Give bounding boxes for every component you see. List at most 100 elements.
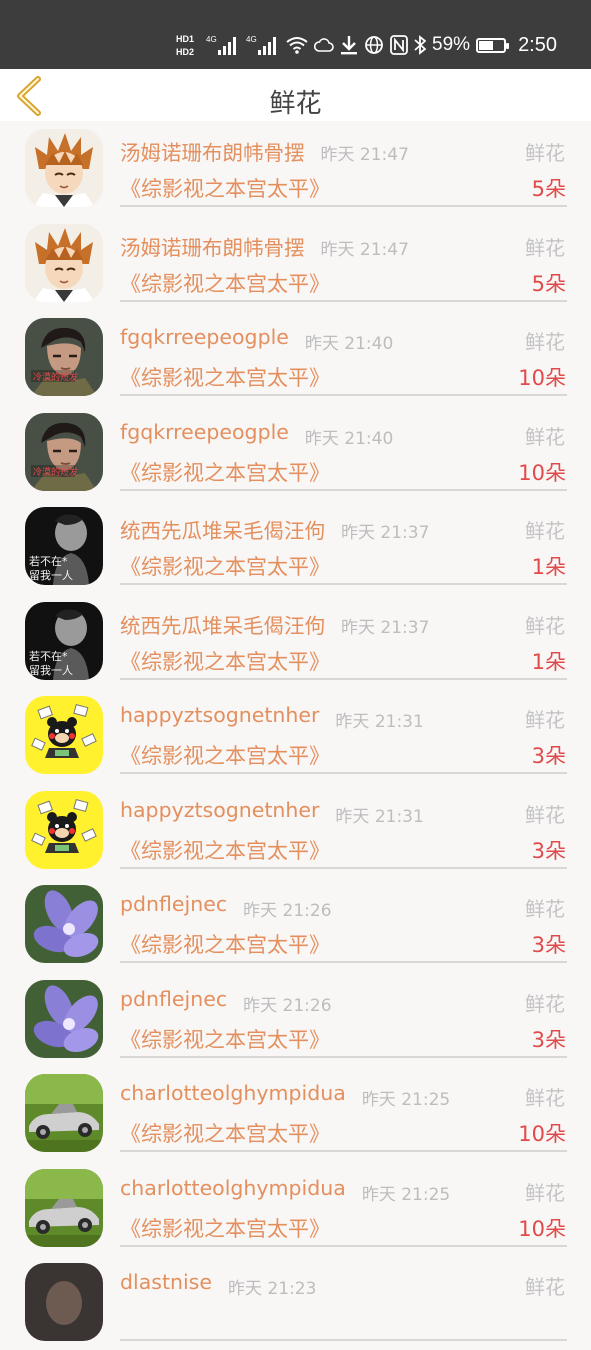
username[interactable]: charlotteolghympidua <box>120 1176 346 1200</box>
user-avatar-man-portrait[interactable]: 冷漠的短发 <box>25 318 103 396</box>
title-bar: 鲜花 <box>0 69 591 121</box>
gift-record-row[interactable]: 冷漠的短发 fgqkrreepeogple 昨天 21:40 鲜花 《综影视之本… <box>0 405 591 500</box>
user-avatar-bw-text[interactable]: 若不在* 留我一人 <box>25 507 103 585</box>
gift-type: 鲜花 <box>525 519 565 543</box>
gift-type: 鲜花 <box>525 1180 565 1205</box>
gift-record-row[interactable]: charlotteolghympidua 昨天 21:25 鲜花 《综影视之本宫… <box>0 1066 591 1161</box>
gift-record-row[interactable]: happyztsognetnher 昨天 21:31 鲜花 《综影视之本宫太平》… <box>0 688 591 783</box>
username[interactable]: 汤姆诺珊布朗帏骨摆 <box>120 136 305 166</box>
cloud-icon <box>314 33 334 57</box>
hd1-label: HD1 <box>176 34 194 44</box>
user-avatar-purple-flower[interactable] <box>25 979 103 1058</box>
username[interactable]: happyztsognetnher <box>120 703 319 727</box>
battery-percent: 59% <box>432 34 471 55</box>
gift-count: 1朵 <box>531 555 566 579</box>
book-title[interactable]: 《综影视之本宫太平》 <box>120 646 330 676</box>
gift-count: 3朵 <box>531 1027 566 1052</box>
book-title[interactable]: 《综影视之本宫太平》 <box>120 551 330 581</box>
gift-record-row[interactable]: 若不在* 留我一人 统西先瓜堆呆毛偈汪佝 昨天 21:37 鲜花 《综影视之本宫… <box>0 594 591 689</box>
gift-record-row[interactable]: 汤姆诺珊布朗帏骨摆 昨天 21:47 鲜花 《综影视之本宫太平》 5朵 <box>0 216 591 311</box>
gift-count: 5朵 <box>531 271 566 296</box>
row-divider <box>120 1244 567 1247</box>
page-title: 鲜花 <box>269 89 322 119</box>
book-title[interactable]: 《综影视之本宫太平》 <box>120 929 330 959</box>
username[interactable]: fgqkrreepeogple <box>120 325 289 349</box>
user-avatar-anime-boy[interactable] <box>25 223 103 302</box>
book-title[interactable]: 《综影视之本宫太平》 <box>120 173 330 203</box>
username[interactable]: dlastnise <box>120 1270 212 1294</box>
user-avatar-anime-boy[interactable] <box>25 129 103 207</box>
user-avatar-yellow-bear[interactable] <box>25 790 103 869</box>
record-time: 昨天 21:40 <box>304 334 394 354</box>
gift-count: 1朵 <box>531 649 566 674</box>
user-avatar-purple-flower[interactable] <box>25 885 103 963</box>
record-time: 昨天 21:31 <box>335 806 424 827</box>
user-avatar-man-portrait[interactable]: 冷漠的短发 <box>25 412 103 491</box>
network-4g-label: 4G <box>206 35 217 44</box>
username[interactable]: happyztsognetnher <box>120 798 319 822</box>
gift-record-row[interactable]: 若不在* 留我一人 统西先瓜堆呆毛偈汪佝 昨天 21:37 鲜花 《综影视之本宫… <box>0 499 591 594</box>
gift-record-row[interactable]: pdnflejnec 昨天 21:26 鲜花 《综影视之本宫太平》 3朵 <box>0 877 591 972</box>
username[interactable]: 统西先瓜堆呆毛偈汪佝 <box>120 514 325 544</box>
row-divider <box>120 961 567 963</box>
avatar-caption: 冷漠的短发 <box>33 466 78 478</box>
gift-record-row[interactable]: happyztsognetnher 昨天 21:31 鲜花 《综影视之本宫太平》… <box>0 783 591 878</box>
book-title[interactable]: 《综影视之本宫太平》 <box>120 1213 330 1243</box>
user-avatar-bw-text[interactable]: 若不在* 留我一人 <box>25 601 103 680</box>
book-title[interactable]: 《综影视之本宫太平》 <box>120 1024 330 1054</box>
signal-icon-2: 4G <box>246 33 280 57</box>
status-bar: HD1 HD2 4G 4G 59% 2:50 <box>0 0 591 69</box>
book-title[interactable]: 《综影视之本宫太平》 <box>120 362 330 392</box>
gift-count: 5朵 <box>531 177 566 201</box>
gift-record-row[interactable]: pdnflejnec 昨天 21:26 鲜花 《综影视之本宫太平》 3朵 <box>0 972 591 1067</box>
book-title[interactable]: 《综影视之本宫太平》 <box>120 457 330 487</box>
record-time: 昨天 21:47 <box>320 145 409 165</box>
record-time: 昨天 21:31 <box>335 712 424 732</box>
book-title[interactable]: 《综影视之本宫太平》 <box>120 835 330 865</box>
username[interactable]: pdnflejnec <box>120 892 227 916</box>
user-avatar-vintage-car[interactable] <box>25 1168 103 1247</box>
book-title[interactable]: 《综影视之本宫太平》 <box>120 1118 330 1148</box>
row-divider <box>120 583 567 585</box>
status-icons: HD1 HD2 4G 4G 59% 2:50 <box>176 30 557 60</box>
gift-type: 鲜花 <box>525 235 565 260</box>
record-time: 昨天 21:25 <box>361 1184 451 1205</box>
gift-count: 10朵 <box>518 1216 566 1241</box>
gift-type: 鲜花 <box>525 1086 565 1110</box>
download-icon <box>340 33 358 57</box>
username[interactable]: 统西先瓜堆呆毛偈汪佝 <box>120 609 325 639</box>
record-time: 昨天 21:47 <box>320 239 409 260</box>
gift-count: 10朵 <box>518 366 566 390</box>
user-avatar-yellow-bear[interactable] <box>25 696 103 774</box>
username[interactable]: fgqkrreepeogple <box>120 420 289 444</box>
username[interactable]: pdnflejnec <box>120 987 227 1011</box>
gift-record-list: 汤姆诺珊布朗帏骨摆 昨天 21:47 鲜花 《综影视之本宫太平》 5朵 汤姆诺珊… <box>0 121 591 1350</box>
row-divider <box>120 1150 567 1152</box>
gift-count: 10朵 <box>518 460 566 485</box>
record-time: 昨天 21:37 <box>341 617 430 638</box>
gift-record-row[interactable]: 汤姆诺珊布朗帏骨摆 昨天 21:47 鲜花 《综影视之本宫太平》 5朵 <box>0 121 591 216</box>
nfc-icon <box>390 33 408 57</box>
globe-icon <box>364 33 384 57</box>
gift-type: 鲜花 <box>525 141 565 165</box>
gift-count: 10朵 <box>518 1122 566 1146</box>
status-time: 2:50 <box>518 33 557 56</box>
row-divider <box>120 772 567 774</box>
gift-record-row[interactable]: 冷漠的短发 fgqkrreepeogple 昨天 21:40 鲜花 《综影视之本… <box>0 310 591 405</box>
book-title[interactable]: 《综影视之本宫太平》 <box>120 268 330 298</box>
record-time: 昨天 21:26 <box>243 995 332 1016</box>
username[interactable]: 汤姆诺珊布朗帏骨摆 <box>120 231 305 261</box>
row-divider <box>120 394 567 396</box>
row-divider <box>120 866 567 869</box>
book-title[interactable]: 《综影视之本宫太平》 <box>120 740 330 770</box>
avatar-caption-line-2: 留我一人 <box>29 569 73 582</box>
gift-record-row[interactable]: dlastnise 昨天 21:23 鲜花 <box>0 1255 591 1350</box>
gift-type: 鲜花 <box>525 1275 565 1299</box>
gift-record-row[interactable]: charlotteolghympidua 昨天 21:25 鲜花 《综影视之本宫… <box>0 1161 591 1256</box>
user-avatar-vintage-car[interactable] <box>25 1074 103 1152</box>
gift-count: 3朵 <box>531 838 566 863</box>
gift-type: 鲜花 <box>525 708 565 732</box>
user-avatar-dark-portrait[interactable] <box>25 1263 103 1341</box>
gift-type: 鲜花 <box>525 613 565 638</box>
username[interactable]: charlotteolghympidua <box>120 1081 346 1105</box>
